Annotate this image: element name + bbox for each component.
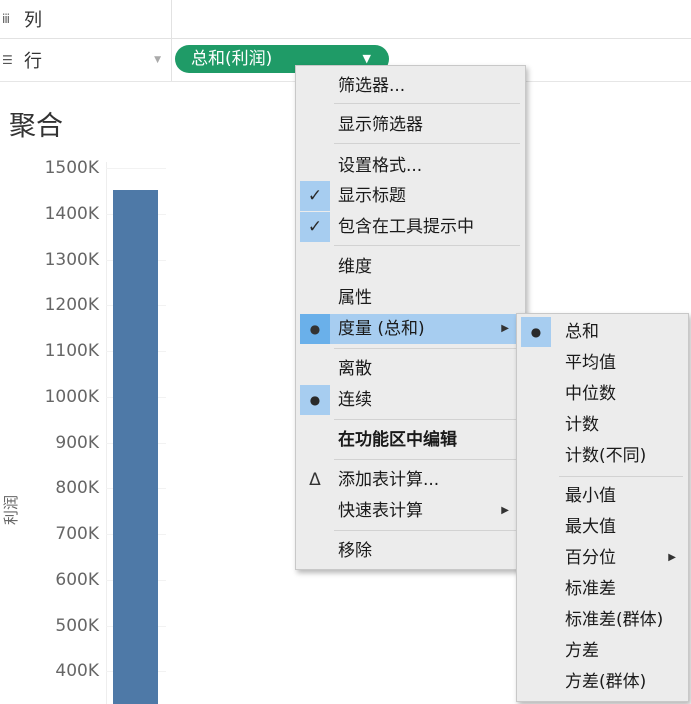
check-icon: ✓ (300, 181, 330, 211)
menu-item-remove[interactable]: 移除 (300, 536, 521, 566)
sheet-title: 聚合 (9, 111, 63, 142)
menu-item-attribute-label: 属性 (338, 288, 372, 308)
y-tick-label: 400K (55, 661, 99, 681)
pill-context-menu: 筛选器... 显示筛选器 设置格式... ✓ 显示标题 ✓ 包含在工具提示中 维… (295, 65, 526, 570)
menu-item-show-header-label: 显示标题 (338, 186, 406, 206)
submenu-item-variance-pop-label: 方差(群体) (565, 672, 647, 692)
menu-separator (334, 459, 520, 460)
columns-shelf[interactable]: iii 列 (0, 0, 691, 39)
submenu-item-variance-pop[interactable]: 方差(群体) (521, 667, 684, 697)
menu-item-remove-label: 移除 (338, 541, 372, 561)
columns-shelf-label: 列 (24, 10, 42, 31)
y-tick-label: 1300K (44, 250, 99, 270)
menu-item-quick-table-calc-label: 快速表计算 (338, 501, 423, 521)
menu-item-include-tooltip-label: 包含在工具提示中 (338, 217, 474, 237)
menu-item-attribute[interactable]: 属性 (300, 283, 521, 313)
y-tick-label: 1500K (44, 158, 99, 178)
y-tick-label: 900K (55, 433, 99, 453)
menu-item-format-label: 设置格式... (338, 156, 423, 176)
submenu-item-max-label: 最大值 (565, 517, 616, 537)
submenu-item-min-label: 最小值 (565, 486, 616, 506)
menu-item-show-filter-label: 显示筛选器 (338, 115, 423, 135)
y-tick-label: 1400K (44, 204, 99, 224)
submenu-item-max[interactable]: 最大值 (521, 512, 684, 542)
y-tick-label: 500K (55, 616, 99, 636)
menu-item-filter[interactable]: 筛选器... (300, 71, 521, 101)
y-tick-label: 1100K (44, 341, 99, 361)
delta-icon: Δ (309, 470, 321, 490)
submenu-item-sum[interactable]: ● 总和 (521, 317, 684, 347)
submenu-item-stdev-pop-label: 标准差(群体) (565, 610, 664, 630)
rows-icon: ☰ (2, 53, 13, 67)
y-tick-label: 700K (55, 524, 99, 544)
submenu-item-average-label: 平均值 (565, 353, 616, 373)
submenu-item-count-distinct[interactable]: 计数(不同) (521, 441, 684, 471)
menu-item-dimension[interactable]: 维度 (300, 252, 521, 282)
menu-item-measure-label: 度量 (总和) (338, 319, 425, 339)
submenu-arrow-icon: ▶ (501, 323, 509, 334)
submenu-item-median[interactable]: 中位数 (521, 379, 684, 409)
menu-item-quick-table-calc[interactable]: 快速表计算 ▶ (300, 496, 521, 526)
submenu-item-percentile-label: 百分位 (565, 548, 616, 568)
menu-item-show-header[interactable]: ✓ 显示标题 (300, 181, 521, 211)
bar-sum-profit[interactable] (113, 190, 158, 704)
menu-item-discrete[interactable]: 离散 (300, 354, 521, 384)
menu-separator (334, 419, 520, 420)
columns-icon: iii (2, 12, 10, 26)
rows-shelf-dropdown-icon[interactable]: ▼ (154, 55, 161, 65)
menu-item-filter-label: 筛选器... (338, 76, 406, 96)
menu-item-continuous-label: 连续 (338, 390, 372, 410)
submenu-item-stdev-pop[interactable]: 标准差(群体) (521, 605, 684, 635)
menu-item-continuous[interactable]: ● 连续 (300, 385, 521, 415)
menu-item-edit-in-shelf[interactable]: 在功能区中编辑 (300, 425, 521, 455)
y-tick-label: 1200K (44, 295, 99, 315)
y-gridline (106, 168, 166, 169)
menu-item-edit-in-shelf-label: 在功能区中编辑 (338, 430, 457, 450)
submenu-item-average[interactable]: 平均值 (521, 348, 684, 378)
menu-item-discrete-label: 离散 (338, 359, 372, 379)
menu-separator (334, 103, 520, 104)
submenu-item-count-distinct-label: 计数(不同) (565, 446, 647, 466)
menu-item-add-table-calc-label: 添加表计算... (338, 470, 440, 490)
menu-separator (334, 245, 520, 246)
bullet-icon: ● (300, 314, 330, 344)
menu-item-include-tooltip[interactable]: ✓ 包含在工具提示中 (300, 212, 521, 242)
submenu-item-sum-label: 总和 (565, 322, 599, 342)
menu-separator (334, 143, 520, 144)
submenu-item-variance-label: 方差 (565, 641, 599, 661)
check-icon: ✓ (300, 212, 330, 242)
menu-item-measure[interactable]: ● 度量 (总和) ▶ (300, 314, 521, 344)
y-tick-label: 600K (55, 570, 99, 590)
submenu-item-median-label: 中位数 (565, 384, 616, 404)
submenu-arrow-icon: ▶ (501, 505, 509, 516)
columns-shelf-header: iii 列 (0, 0, 172, 38)
rows-shelf-header: ☰ 行 ▼ (0, 39, 172, 81)
menu-separator (334, 348, 520, 349)
submenu-item-variance[interactable]: 方差 (521, 636, 684, 666)
submenu-arrow-icon: ▶ (668, 552, 676, 563)
menu-separator (334, 530, 520, 531)
submenu-item-stdev[interactable]: 标准差 (521, 574, 684, 604)
measure-submenu: ● 总和 平均值 中位数 计数 计数(不同) 最小值 最大值 百分位 ▶ 标准差… (516, 313, 689, 702)
menu-separator (559, 476, 683, 477)
menu-item-format[interactable]: 设置格式... (300, 151, 521, 181)
y-axis-title: 利润 (2, 494, 20, 525)
y-tick-label: 1000K (44, 387, 99, 407)
menu-item-add-table-calc[interactable]: Δ 添加表计算... (300, 465, 521, 495)
rows-shelf-label: 行 (24, 51, 42, 72)
menu-item-show-filter[interactable]: 显示筛选器 (300, 110, 521, 140)
y-tick-label: 800K (55, 478, 99, 498)
submenu-item-count[interactable]: 计数 (521, 410, 684, 440)
submenu-item-min[interactable]: 最小值 (521, 481, 684, 511)
y-axis-line (106, 162, 107, 704)
submenu-item-count-label: 计数 (565, 415, 599, 435)
submenu-item-percentile[interactable]: 百分位 ▶ (521, 543, 684, 573)
bullet-icon: ● (521, 317, 551, 347)
bullet-icon: ● (300, 385, 330, 415)
pill-label: 总和(利润) (191, 49, 273, 69)
submenu-item-stdev-label: 标准差 (565, 579, 616, 599)
menu-item-dimension-label: 维度 (338, 257, 372, 277)
